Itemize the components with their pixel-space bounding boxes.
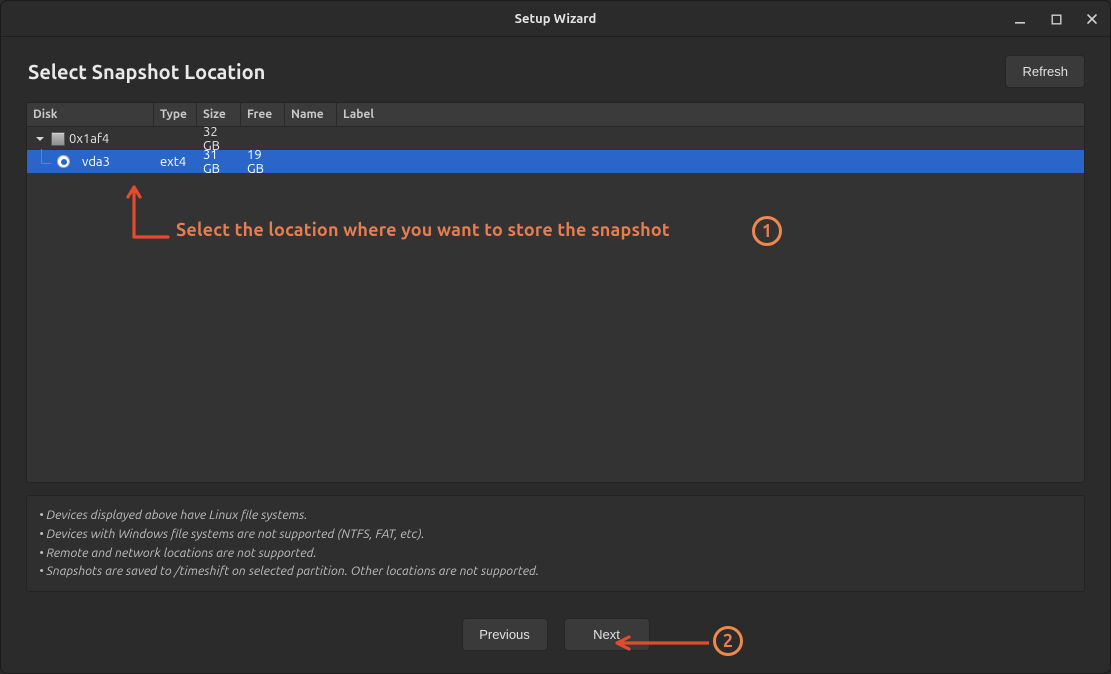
note-line: • Devices with Windows file systems are … xyxy=(39,525,1072,544)
page-title: Select Snapshot Location xyxy=(28,60,265,83)
label-cell xyxy=(337,150,1084,173)
maximize-icon[interactable] xyxy=(1044,7,1068,31)
table-body: 0x1af4 32 GB vda3 ext4 xyxy=(27,127,1084,482)
chevron-down-icon[interactable] xyxy=(33,132,47,146)
free-cell: 19 GB xyxy=(241,150,285,173)
drive-icon xyxy=(51,132,65,146)
setup-wizard-window: Setup Wizard Select Snapshot Location Re… xyxy=(0,0,1111,674)
header-row: Select Snapshot Location Refresh xyxy=(26,37,1085,102)
col-header-label[interactable]: Label xyxy=(337,103,1084,126)
disk-table: Disk Type Size Free Name Label 0x1af4 xyxy=(26,102,1085,483)
note-line: • Remote and network locations are not s… xyxy=(39,544,1072,563)
window-title: Setup Wizard xyxy=(515,12,597,26)
window-controls xyxy=(1008,1,1104,37)
disk-name: 0x1af4 xyxy=(69,132,109,146)
partition-name: vda3 xyxy=(82,155,110,169)
note-line: • Snapshots are saved to /timeshift on s… xyxy=(39,562,1072,581)
col-header-disk[interactable]: Disk xyxy=(27,103,154,126)
minimize-icon[interactable] xyxy=(1008,7,1032,31)
type-cell: ext4 xyxy=(154,150,197,173)
close-icon[interactable] xyxy=(1080,7,1104,31)
notes-panel: • Devices displayed above have Linux fil… xyxy=(26,495,1085,592)
note-line: • Devices displayed above have Linux fil… xyxy=(39,506,1072,525)
disk-cell: vda3 xyxy=(27,150,154,173)
table-row[interactable]: vda3 ext4 31 GB 19 GB xyxy=(27,150,1084,173)
type-cell xyxy=(154,127,197,150)
name-cell xyxy=(285,127,337,150)
titlebar: Setup Wizard xyxy=(1,1,1110,37)
content-area: Select Snapshot Location Refresh Disk Ty… xyxy=(1,37,1110,673)
table-row[interactable]: 0x1af4 32 GB xyxy=(27,127,1084,150)
size-cell: 31 GB xyxy=(197,150,241,173)
disk-cell: 0x1af4 xyxy=(27,127,154,150)
radio-selected-icon[interactable] xyxy=(57,155,70,168)
next-button[interactable]: Next xyxy=(564,618,650,651)
col-header-size[interactable]: Size xyxy=(197,103,241,126)
tree-branch-icon xyxy=(33,151,53,173)
table-header: Disk Type Size Free Name Label xyxy=(27,103,1084,127)
label-cell xyxy=(337,127,1084,150)
previous-button[interactable]: Previous xyxy=(462,618,548,651)
name-cell xyxy=(285,150,337,173)
col-header-name[interactable]: Name xyxy=(285,103,337,126)
wizard-footer: Previous Next xyxy=(26,592,1085,655)
refresh-button[interactable]: Refresh xyxy=(1005,55,1085,88)
col-header-free[interactable]: Free xyxy=(241,103,285,126)
col-header-type[interactable]: Type xyxy=(154,103,197,126)
